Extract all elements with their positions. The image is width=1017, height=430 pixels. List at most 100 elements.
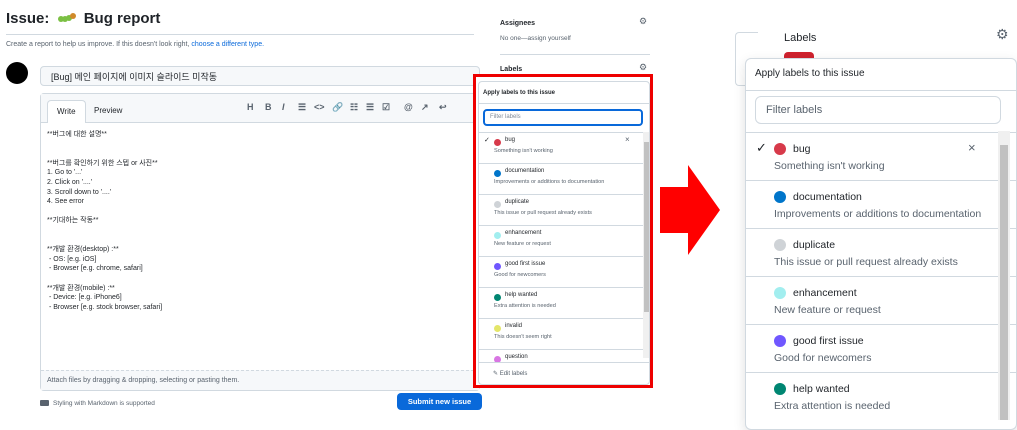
label-description: Something isn't working	[774, 160, 885, 172]
zoomed-label-picker-popup: Apply labels to this issue Filter labels…	[745, 58, 1017, 430]
assignees-heading[interactable]: Assignees	[500, 20, 535, 27]
label-name: duplicate	[505, 199, 530, 205]
label-name: help wanted	[793, 383, 850, 395]
undo-icon[interactable]: ↩	[439, 102, 447, 113]
editor-tabs: Write Preview H B I ☰ <> 🔗 ☷ ☰ ☑ @ ↗ ↩	[41, 94, 479, 123]
ordered-list-icon[interactable]: ☰	[366, 102, 374, 113]
label-color-swatch	[774, 191, 786, 203]
labels-gear-icon[interactable]: ⚙	[639, 62, 647, 73]
label-picker-heading: Apply labels to this issue	[479, 82, 649, 104]
label-name: bug	[505, 137, 516, 143]
bold-icon[interactable]: B	[265, 102, 272, 112]
title-divider	[6, 34, 474, 35]
scrollbar-thumb[interactable]	[644, 142, 649, 312]
label-option-duplicate[interactable]: duplicate This issue or pull request alre…	[479, 194, 649, 225]
zoomed-scrollbar-thumb[interactable]	[1000, 145, 1008, 420]
markdown-note: Styling with Markdown is supported	[40, 400, 155, 407]
labels-heading[interactable]: Labels	[500, 66, 522, 73]
label-color-swatch	[774, 383, 786, 395]
assignees-value[interactable]: No one—assign yourself	[500, 35, 571, 42]
label-color-swatch	[494, 325, 501, 332]
label-name: documentation	[505, 168, 545, 174]
label-name: enhancement	[793, 287, 857, 299]
label-option-enhancement[interactable]: enhancement New feature or request	[479, 225, 649, 256]
check-icon: ✓	[484, 137, 490, 144]
label-name: invalid	[505, 323, 523, 329]
label-name: help wanted	[505, 292, 538, 298]
zoomed-filter-labels-input[interactable]: Filter labels	[755, 96, 1001, 124]
label-color-swatch	[494, 139, 501, 146]
label-description: Improvements or additions to documentati…	[774, 208, 982, 220]
label-name: good first issue	[793, 335, 864, 347]
task-list-icon[interactable]: ☑	[382, 102, 390, 113]
label-option-bug[interactable]: ✓ × bug Something isn't working	[479, 132, 649, 163]
edit-labels-label: Edit labels	[499, 371, 528, 377]
label-list-scrollbar[interactable]	[643, 132, 649, 358]
sidebar-divider	[500, 54, 650, 55]
label-description: Extra attention is needed	[774, 400, 891, 412]
label-name: enhancement	[505, 230, 542, 236]
issue-title-input[interactable]: [Bug] 메인 페이지에 이미지 슬라이드 미작동	[40, 66, 480, 86]
label-option-good-first-issue[interactable]: good first issue Good for newcomers	[479, 256, 649, 287]
check-icon: ✓	[756, 140, 767, 155]
pencil-icon: ✎	[493, 371, 500, 377]
zoom-arrow-icon	[660, 165, 720, 255]
zoomed-label-picker-heading: Apply labels to this issue	[746, 59, 1016, 91]
avatar	[6, 62, 28, 84]
issue-type-title: Bug report	[83, 10, 161, 27]
markdown-note-text: Styling with Markdown is supported	[53, 400, 155, 407]
submit-new-issue-button[interactable]: Submit new issue	[397, 393, 482, 410]
zoomed-gear-icon[interactable]: ⚙	[996, 26, 1009, 43]
label-color-swatch	[774, 287, 786, 299]
edit-labels-link[interactable]: ✎ Edit labels	[479, 362, 649, 384]
label-option-invalid[interactable]: invalid This doesn't seem right	[479, 318, 649, 349]
label-option-duplicate[interactable]: duplicate This issue or pull request alre…	[746, 228, 1016, 276]
label-option-enhancement[interactable]: enhancement New feature or request	[746, 276, 1016, 324]
filter-labels-input[interactable]: Filter labels	[483, 109, 643, 126]
label-option-help-wanted[interactable]: help wanted Extra attention is needed	[746, 372, 1016, 420]
choose-different-type-link[interactable]: choose a different type.	[191, 41, 264, 48]
quote-icon[interactable]: ☰	[298, 102, 306, 113]
title-prefix: Issue:	[6, 10, 50, 27]
caterpillar-icon	[57, 13, 76, 25]
link-icon[interactable]: 🔗	[332, 102, 343, 113]
zoomed-labels-heading[interactable]: Labels	[784, 32, 816, 44]
issue-subtitle: Create a report to help us improve. If t…	[6, 41, 264, 48]
attach-files-bar[interactable]: Attach files by dragging & dropping, sel…	[41, 370, 479, 390]
label-description: Something isn't working	[494, 148, 553, 154]
label-option-good-first-issue[interactable]: good first issue Good for newcomers	[746, 324, 1016, 372]
reference-icon[interactable]: ↗	[421, 102, 429, 113]
label-color-swatch	[494, 294, 501, 301]
label-option-documentation[interactable]: documentation Improvements or additions t…	[746, 180, 1016, 228]
label-picker-popup: Apply labels to this issue Filter labels…	[478, 81, 650, 385]
label-option-help-wanted[interactable]: help wanted Extra attention is needed	[479, 287, 649, 318]
label-color-swatch	[494, 201, 501, 208]
label-description: New feature or request	[774, 304, 881, 316]
italic-icon[interactable]: I	[282, 102, 285, 112]
label-name: duplicate	[793, 239, 836, 251]
issue-body-editor: Write Preview H B I ☰ <> 🔗 ☷ ☰ ☑ @ ↗ ↩ *…	[40, 93, 480, 391]
label-description: Improvements or additions to documentati…	[494, 179, 605, 185]
code-icon[interactable]: <>	[314, 102, 325, 112]
zoomed-scrollbar[interactable]	[998, 131, 1010, 420]
heading-icon[interactable]: H	[247, 102, 254, 112]
label-option-documentation[interactable]: documentation Improvements or additions t…	[479, 163, 649, 194]
label-name: good first issue	[505, 261, 546, 267]
label-description: Good for newcomers	[774, 352, 872, 364]
tab-write[interactable]: Write	[47, 100, 86, 123]
remove-label-icon[interactable]: ×	[625, 135, 630, 144]
assignees-gear-icon[interactable]: ⚙	[639, 16, 647, 27]
remove-label-icon[interactable]: ×	[968, 140, 976, 155]
label-description: This doesn't seem right	[494, 334, 552, 340]
label-list: ✓ × bug Something isn't working documentatio…	[479, 132, 649, 380]
markdown-icon	[40, 400, 49, 407]
unordered-list-icon[interactable]: ☷	[350, 102, 358, 113]
label-option-bug[interactable]: ✓ × bug Something isn't working	[746, 132, 1016, 180]
label-description: Good for newcomers	[494, 272, 546, 278]
mention-icon[interactable]: @	[404, 102, 413, 112]
tab-preview[interactable]: Preview	[85, 100, 131, 122]
page-title: Issue: Bug report	[6, 10, 160, 27]
label-name: documentation	[793, 191, 862, 203]
label-description: Extra attention is needed	[494, 303, 556, 309]
issue-body-text[interactable]: **버그에 대한 설명** **버그를 확인하기 위한 스텝 or 사진** 1…	[47, 130, 162, 312]
